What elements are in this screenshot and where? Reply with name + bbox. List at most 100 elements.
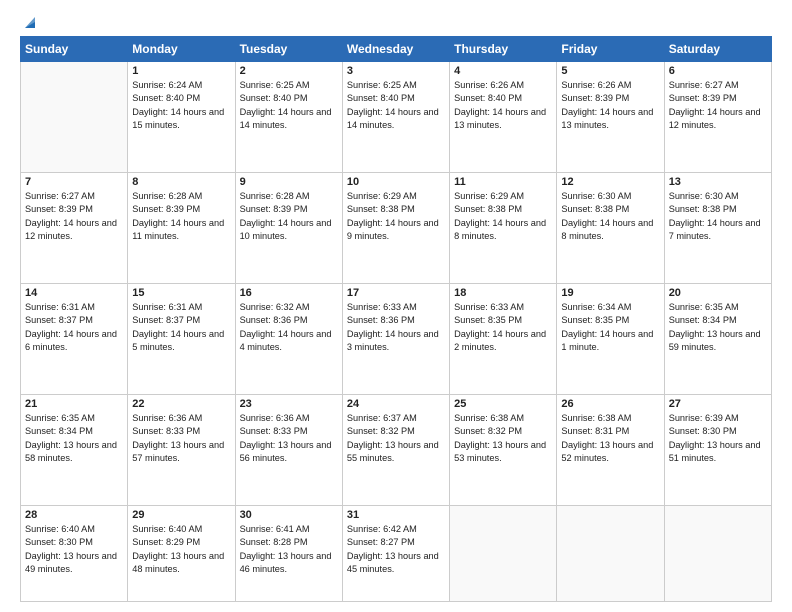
day-info: Sunrise: 6:38 AMSunset: 8:32 PMDaylight:… [454,412,552,465]
calendar-day-cell: 13 Sunrise: 6:30 AMSunset: 8:38 PMDaylig… [664,173,771,284]
day-number: 11 [454,176,552,188]
day-number: 1 [132,65,230,77]
calendar-day-cell: 8 Sunrise: 6:28 AMSunset: 8:39 PMDayligh… [128,173,235,284]
calendar-day-cell: 19 Sunrise: 6:34 AMSunset: 8:35 PMDaylig… [557,284,664,395]
day-number: 28 [25,509,123,521]
calendar-day-cell: 4 Sunrise: 6:26 AMSunset: 8:40 PMDayligh… [450,62,557,173]
day-number: 16 [240,287,338,299]
day-info: Sunrise: 6:30 AMSunset: 8:38 PMDaylight:… [561,190,659,243]
weekday-header: Saturday [664,37,771,62]
calendar-week-row: 21 Sunrise: 6:35 AMSunset: 8:34 PMDaylig… [21,395,772,506]
calendar-week-row: 28 Sunrise: 6:40 AMSunset: 8:30 PMDaylig… [21,506,772,602]
day-number: 20 [669,287,767,299]
calendar-day-cell: 10 Sunrise: 6:29 AMSunset: 8:38 PMDaylig… [342,173,449,284]
calendar-day-cell: 20 Sunrise: 6:35 AMSunset: 8:34 PMDaylig… [664,284,771,395]
day-info: Sunrise: 6:26 AMSunset: 8:40 PMDaylight:… [454,79,552,132]
weekday-header: Sunday [21,37,128,62]
day-number: 6 [669,65,767,77]
calendar-day-cell: 11 Sunrise: 6:29 AMSunset: 8:38 PMDaylig… [450,173,557,284]
day-info: Sunrise: 6:24 AMSunset: 8:40 PMDaylight:… [132,79,230,132]
logo [20,18,39,30]
day-info: Sunrise: 6:27 AMSunset: 8:39 PMDaylight:… [25,190,123,243]
calendar-day-cell: 21 Sunrise: 6:35 AMSunset: 8:34 PMDaylig… [21,395,128,506]
calendar-day-cell: 24 Sunrise: 6:37 AMSunset: 8:32 PMDaylig… [342,395,449,506]
day-number: 23 [240,398,338,410]
calendar-day-cell: 17 Sunrise: 6:33 AMSunset: 8:36 PMDaylig… [342,284,449,395]
calendar-table: SundayMondayTuesdayWednesdayThursdayFrid… [20,36,772,602]
calendar-day-cell: 29 Sunrise: 6:40 AMSunset: 8:29 PMDaylig… [128,506,235,602]
calendar-week-row: 7 Sunrise: 6:27 AMSunset: 8:39 PMDayligh… [21,173,772,284]
day-info: Sunrise: 6:40 AMSunset: 8:29 PMDaylight:… [132,523,230,576]
header [20,18,772,30]
day-number: 10 [347,176,445,188]
calendar-week-row: 14 Sunrise: 6:31 AMSunset: 8:37 PMDaylig… [21,284,772,395]
day-number: 25 [454,398,552,410]
day-number: 17 [347,287,445,299]
calendar-day-cell [21,62,128,173]
day-number: 4 [454,65,552,77]
calendar-day-cell: 3 Sunrise: 6:25 AMSunset: 8:40 PMDayligh… [342,62,449,173]
weekday-header: Monday [128,37,235,62]
calendar-day-cell [557,506,664,602]
page: SundayMondayTuesdayWednesdayThursdayFrid… [0,0,792,612]
calendar-day-cell: 7 Sunrise: 6:27 AMSunset: 8:39 PMDayligh… [21,173,128,284]
day-number: 22 [132,398,230,410]
day-info: Sunrise: 6:36 AMSunset: 8:33 PMDaylight:… [132,412,230,465]
calendar-day-cell: 26 Sunrise: 6:38 AMSunset: 8:31 PMDaylig… [557,395,664,506]
day-info: Sunrise: 6:28 AMSunset: 8:39 PMDaylight:… [240,190,338,243]
calendar-day-cell: 23 Sunrise: 6:36 AMSunset: 8:33 PMDaylig… [235,395,342,506]
day-info: Sunrise: 6:26 AMSunset: 8:39 PMDaylight:… [561,79,659,132]
day-info: Sunrise: 6:42 AMSunset: 8:27 PMDaylight:… [347,523,445,576]
day-number: 15 [132,287,230,299]
calendar-day-cell: 15 Sunrise: 6:31 AMSunset: 8:37 PMDaylig… [128,284,235,395]
day-number: 31 [347,509,445,521]
day-info: Sunrise: 6:32 AMSunset: 8:36 PMDaylight:… [240,301,338,354]
day-info: Sunrise: 6:37 AMSunset: 8:32 PMDaylight:… [347,412,445,465]
weekday-header: Thursday [450,37,557,62]
weekday-header: Tuesday [235,37,342,62]
calendar-day-cell: 22 Sunrise: 6:36 AMSunset: 8:33 PMDaylig… [128,395,235,506]
weekday-header: Wednesday [342,37,449,62]
day-number: 5 [561,65,659,77]
day-info: Sunrise: 6:36 AMSunset: 8:33 PMDaylight:… [240,412,338,465]
calendar-day-cell: 1 Sunrise: 6:24 AMSunset: 8:40 PMDayligh… [128,62,235,173]
calendar-day-cell: 5 Sunrise: 6:26 AMSunset: 8:39 PMDayligh… [557,62,664,173]
calendar-day-cell: 18 Sunrise: 6:33 AMSunset: 8:35 PMDaylig… [450,284,557,395]
calendar-day-cell: 6 Sunrise: 6:27 AMSunset: 8:39 PMDayligh… [664,62,771,173]
calendar-day-cell: 16 Sunrise: 6:32 AMSunset: 8:36 PMDaylig… [235,284,342,395]
calendar-day-cell: 31 Sunrise: 6:42 AMSunset: 8:27 PMDaylig… [342,506,449,602]
day-info: Sunrise: 6:34 AMSunset: 8:35 PMDaylight:… [561,301,659,354]
day-number: 24 [347,398,445,410]
day-info: Sunrise: 6:29 AMSunset: 8:38 PMDaylight:… [454,190,552,243]
day-info: Sunrise: 6:33 AMSunset: 8:36 PMDaylight:… [347,301,445,354]
calendar-day-cell: 28 Sunrise: 6:40 AMSunset: 8:30 PMDaylig… [21,506,128,602]
day-number: 9 [240,176,338,188]
day-info: Sunrise: 6:38 AMSunset: 8:31 PMDaylight:… [561,412,659,465]
calendar-day-cell: 27 Sunrise: 6:39 AMSunset: 8:30 PMDaylig… [664,395,771,506]
day-info: Sunrise: 6:30 AMSunset: 8:38 PMDaylight:… [669,190,767,243]
day-number: 8 [132,176,230,188]
day-number: 29 [132,509,230,521]
calendar-day-cell [450,506,557,602]
calendar-week-row: 1 Sunrise: 6:24 AMSunset: 8:40 PMDayligh… [21,62,772,173]
day-info: Sunrise: 6:39 AMSunset: 8:30 PMDaylight:… [669,412,767,465]
day-info: Sunrise: 6:35 AMSunset: 8:34 PMDaylight:… [25,412,123,465]
day-number: 21 [25,398,123,410]
calendar-day-cell: 14 Sunrise: 6:31 AMSunset: 8:37 PMDaylig… [21,284,128,395]
day-number: 7 [25,176,123,188]
day-number: 3 [347,65,445,77]
day-number: 30 [240,509,338,521]
day-info: Sunrise: 6:41 AMSunset: 8:28 PMDaylight:… [240,523,338,576]
calendar-header-row: SundayMondayTuesdayWednesdayThursdayFrid… [21,37,772,62]
day-info: Sunrise: 6:29 AMSunset: 8:38 PMDaylight:… [347,190,445,243]
calendar-day-cell: 25 Sunrise: 6:38 AMSunset: 8:32 PMDaylig… [450,395,557,506]
day-info: Sunrise: 6:40 AMSunset: 8:30 PMDaylight:… [25,523,123,576]
logo-arrow-icon [21,14,39,32]
calendar-day-cell: 2 Sunrise: 6:25 AMSunset: 8:40 PMDayligh… [235,62,342,173]
day-number: 19 [561,287,659,299]
day-number: 18 [454,287,552,299]
day-info: Sunrise: 6:33 AMSunset: 8:35 PMDaylight:… [454,301,552,354]
day-number: 26 [561,398,659,410]
day-number: 12 [561,176,659,188]
day-info: Sunrise: 6:27 AMSunset: 8:39 PMDaylight:… [669,79,767,132]
